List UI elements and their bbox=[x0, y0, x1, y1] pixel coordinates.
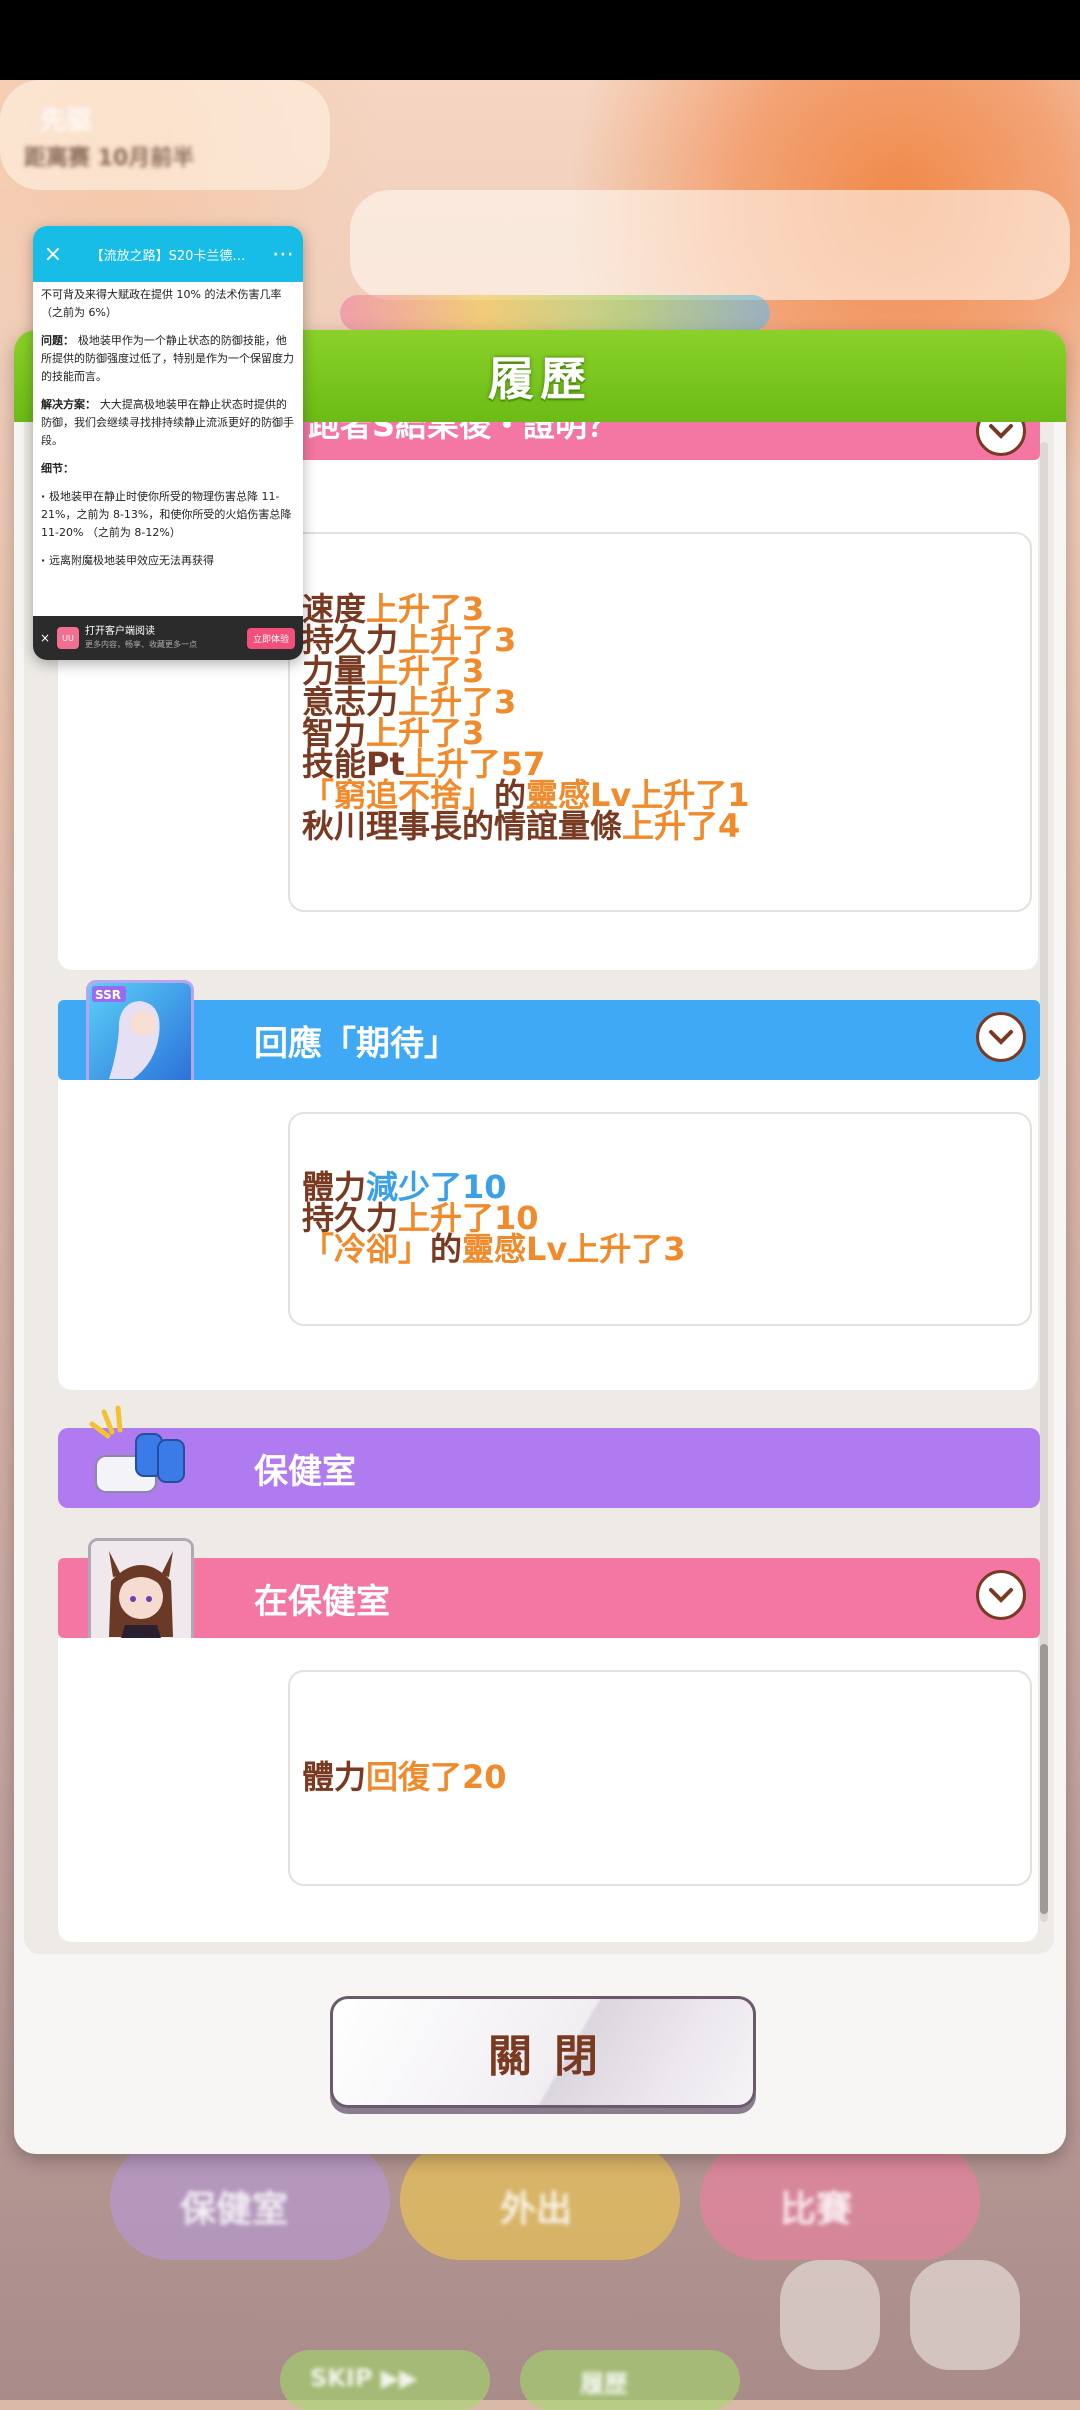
promo-main-text: 打开客户端阅读 bbox=[85, 626, 155, 637]
paragraph-label: 问题： bbox=[41, 334, 78, 347]
article-paragraph: 问题： 极地装甲作为一个静止状态的防御技能，他所提供的防御强度过低了，特别是作为… bbox=[41, 332, 295, 386]
paragraph-text: 极地装甲作为一个静止状态的防御技能，他所提供的防御强度过低了，特别是作为一个保留… bbox=[41, 334, 294, 383]
bg-dialog-strip bbox=[350, 190, 1070, 300]
chevron-down-icon[interactable] bbox=[976, 422, 1026, 456]
infirmary-icon bbox=[86, 1404, 196, 1508]
bg-menu-button bbox=[910, 2260, 1020, 2370]
paragraph-label: 解决方案： bbox=[41, 398, 100, 411]
floating-article-window[interactable]: × 【流放之路】S20卡兰德… ⋯ 不可背及来得大赋政在提供 10% 的法术伤害… bbox=[33, 226, 303, 660]
bg-button-infirmary-label: 保健室 bbox=[180, 2189, 289, 2230]
effect-list: 體力回復了20 bbox=[302, 1761, 507, 1793]
open-app-button[interactable]: 立即体验 bbox=[246, 627, 295, 649]
location-title: 保健室 bbox=[254, 1451, 356, 1492]
article-paragraph: 细节： bbox=[41, 460, 295, 478]
effect-stat-name: 體力 bbox=[302, 1758, 367, 1796]
promo-sub-text: 更多内容，畅享、收藏更多一点 bbox=[85, 640, 197, 649]
effect-increase-text: 靈感Lv上升了3 bbox=[462, 1230, 686, 1268]
close-button[interactable]: 關閉 bbox=[330, 1996, 756, 2108]
bg-text-1: 先驱 bbox=[40, 106, 93, 136]
effect-stat-name: 秋川理事長的情誼量條 bbox=[302, 807, 623, 845]
paragraph-label: · bbox=[41, 554, 50, 567]
event-title: 回應「期待」 bbox=[254, 1023, 458, 1064]
effect-line: 「冷卻」的靈感Lv上升了3 bbox=[302, 1233, 686, 1265]
app-promo-bar: × UU 打开客户端阅读 更多内容，畅享、收藏更多一点 立即体验 bbox=[33, 616, 303, 660]
article-paragraph: · 远离附魔极地装甲效应无法再获得 bbox=[41, 552, 295, 570]
effect-increase-text: 回復了20 bbox=[366, 1758, 507, 1796]
article-paragraph: 解决方案： 大大提高极地装甲在静止状态时提供的防御，我们会继续寻找排持续静止流派… bbox=[41, 396, 295, 450]
status-bar bbox=[0, 0, 1080, 80]
bg-button-race-label: 比賽 bbox=[780, 2189, 853, 2230]
chevron-down-icon[interactable] bbox=[976, 1570, 1026, 1620]
location-banner: 保健室 bbox=[58, 1428, 1040, 1508]
close-icon[interactable]: × bbox=[37, 631, 53, 645]
scrollbar-thumb[interactable] bbox=[1040, 1644, 1048, 1914]
app-logo-text: UU bbox=[62, 633, 74, 643]
paragraph-text: 远离附魔极地装甲效应无法再获得 bbox=[49, 554, 215, 567]
effect-increase-text: 「冷卻」 bbox=[302, 1230, 431, 1268]
close-button-label: 關閉 bbox=[488, 2031, 620, 2082]
effect-list: 速度上升了3 持久力上升了3 力量上升了3 意志力上升了3 智力上升了3 技能Pt上升了5… bbox=[302, 593, 750, 842]
article-body[interactable]: 不可背及来得大赋政在提供 10% 的法术伤害几率 （之前为 6%） 问题： 极地装… bbox=[33, 282, 303, 584]
bg-skip-label: SKIP ▶▶ bbox=[310, 2364, 418, 2392]
bg-text-2: 距离赛 10月前半 bbox=[24, 146, 195, 171]
ssr-badge: SSR bbox=[95, 988, 121, 1002]
event-card: 體力減少了10 持久力上升了10 「冷卻」的靈感Lv上升了3 bbox=[58, 1080, 1038, 1390]
floating-window-titlebar: × 【流放之路】S20卡兰德… ⋯ bbox=[33, 226, 303, 282]
bg-button-outing-label: 外出 bbox=[500, 2189, 573, 2230]
article-paragraph: 不可背及来得大赋政在提供 10% 的法术伤害几率 （之前为 6%） bbox=[41, 286, 295, 322]
paragraph-text: 极地装甲在静止时使你所受的物理伤害总降 11-21%，之前为 8-13%，和使你… bbox=[41, 490, 292, 539]
app-logo: UU bbox=[57, 627, 79, 649]
event-banner[interactable]: 在保健室 bbox=[58, 1558, 1040, 1638]
bg-character-button bbox=[780, 2260, 880, 2370]
bg-progress bbox=[340, 295, 770, 331]
bg-log-label: 履歷 bbox=[580, 2370, 628, 2398]
paragraph-text: 不可背及来得大赋政在提供 10% 的法术伤害几率 （之前为 6%） bbox=[41, 288, 282, 319]
event-title: 在保健室 bbox=[254, 1581, 390, 1622]
event-banner[interactable]: 回應「期待」 bbox=[58, 1000, 1040, 1080]
paragraph-label: · bbox=[41, 490, 50, 503]
character-avatar bbox=[88, 1538, 194, 1648]
floating-window-title: 【流放之路】S20卡兰德… bbox=[90, 248, 246, 264]
support-card-avatar: SSR bbox=[86, 980, 194, 1088]
paragraph-label: 细节： bbox=[41, 462, 74, 475]
event-card: 體力回復了20 bbox=[58, 1638, 1038, 1942]
chevron-down-icon[interactable] bbox=[976, 1012, 1026, 1062]
promo-text: 打开客户端阅读 更多内容，畅享、收藏更多一点 bbox=[85, 625, 247, 651]
effect-box: 速度上升了3 持久力上升了3 力量上升了3 意志力上升了3 智力上升了3 技能Pt上升了5… bbox=[288, 532, 1032, 912]
effect-increase-text: 上升了4 bbox=[622, 807, 741, 845]
effect-list: 體力減少了10 持久力上升了10 「冷卻」的靈感Lv上升了3 bbox=[302, 1171, 686, 1265]
effect-stat-name: 的 bbox=[430, 1230, 463, 1268]
effect-line: 體力回復了20 bbox=[302, 1761, 507, 1793]
dialog-title: 履歷 bbox=[488, 352, 592, 406]
bg-log-button bbox=[520, 2350, 740, 2410]
more-icon[interactable]: ⋯ bbox=[263, 242, 303, 267]
close-icon[interactable]: × bbox=[33, 242, 73, 267]
effect-box: 體力減少了10 持久力上升了10 「冷卻」的靈感Lv上升了3 bbox=[288, 1112, 1032, 1326]
event-title: 跑者S給果後・證明？ bbox=[308, 422, 620, 444]
article-paragraph: · 极地装甲在静止时使你所受的物理伤害总降 11-21%，之前为 8-13%，和… bbox=[41, 488, 295, 542]
effect-line: 秋川理事長的情誼量條上升了4 bbox=[302, 810, 750, 842]
effect-box: 體力回復了20 bbox=[288, 1670, 1032, 1886]
